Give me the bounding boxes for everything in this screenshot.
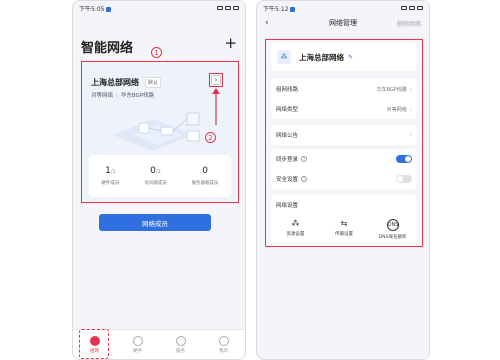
battery-icon (417, 6, 423, 10)
status-bar: 下午5:05 (73, 1, 245, 15)
phone-network-management: 下午5:12 ‹ 网络管理 删除网络 ⁂ 上海总部网络 ✎ 组网线路 华东BGP… (256, 0, 430, 360)
status-icons (217, 6, 239, 10)
tab-profile[interactable]: 我的 (209, 335, 239, 354)
status-time: 下午5:12 (263, 5, 289, 13)
status-icons (401, 6, 423, 10)
status-bar: 下午5:12 (257, 1, 429, 15)
back-icon[interactable]: ‹ (265, 18, 269, 28)
highlight-arrow-box (209, 73, 223, 87)
highlight-settings-box (265, 39, 423, 247)
tab-hardware[interactable]: 硬件 (123, 335, 153, 354)
app-badge-icon (106, 6, 112, 12)
tab-service[interactable]: 服务 (166, 335, 196, 354)
wifi-icon (409, 6, 415, 10)
callout-number-1: 1 (151, 47, 162, 58)
delete-network-button[interactable]: 删除网络 (397, 19, 421, 28)
signal-icon (217, 6, 223, 10)
battery-icon (233, 6, 239, 10)
app-badge-icon (290, 6, 296, 12)
phone-network-list: 下午5:05 智能网络 + 1 上海总部网络 默认 对等网络 | 华东BGP线路 ›… (72, 0, 246, 360)
status-time: 下午5:05 (79, 5, 105, 13)
network-members-button[interactable]: 网络成员 (99, 214, 211, 231)
wifi-icon (225, 6, 231, 10)
page-title: 智能网络 (81, 41, 134, 56)
hardware-tab-icon (132, 335, 143, 346)
callout-number-2: 2 (205, 132, 216, 143)
highlight-tab-box (79, 329, 109, 359)
nav-bar: ‹ 网络管理 删除网络 (257, 15, 429, 31)
add-network-button[interactable]: + (224, 34, 237, 52)
signal-icon (401, 6, 407, 10)
service-tab-icon (175, 335, 186, 346)
profile-tab-icon (218, 335, 229, 346)
callout-arrow-icon (212, 88, 220, 125)
nav-title: 网络管理 (329, 19, 357, 27)
